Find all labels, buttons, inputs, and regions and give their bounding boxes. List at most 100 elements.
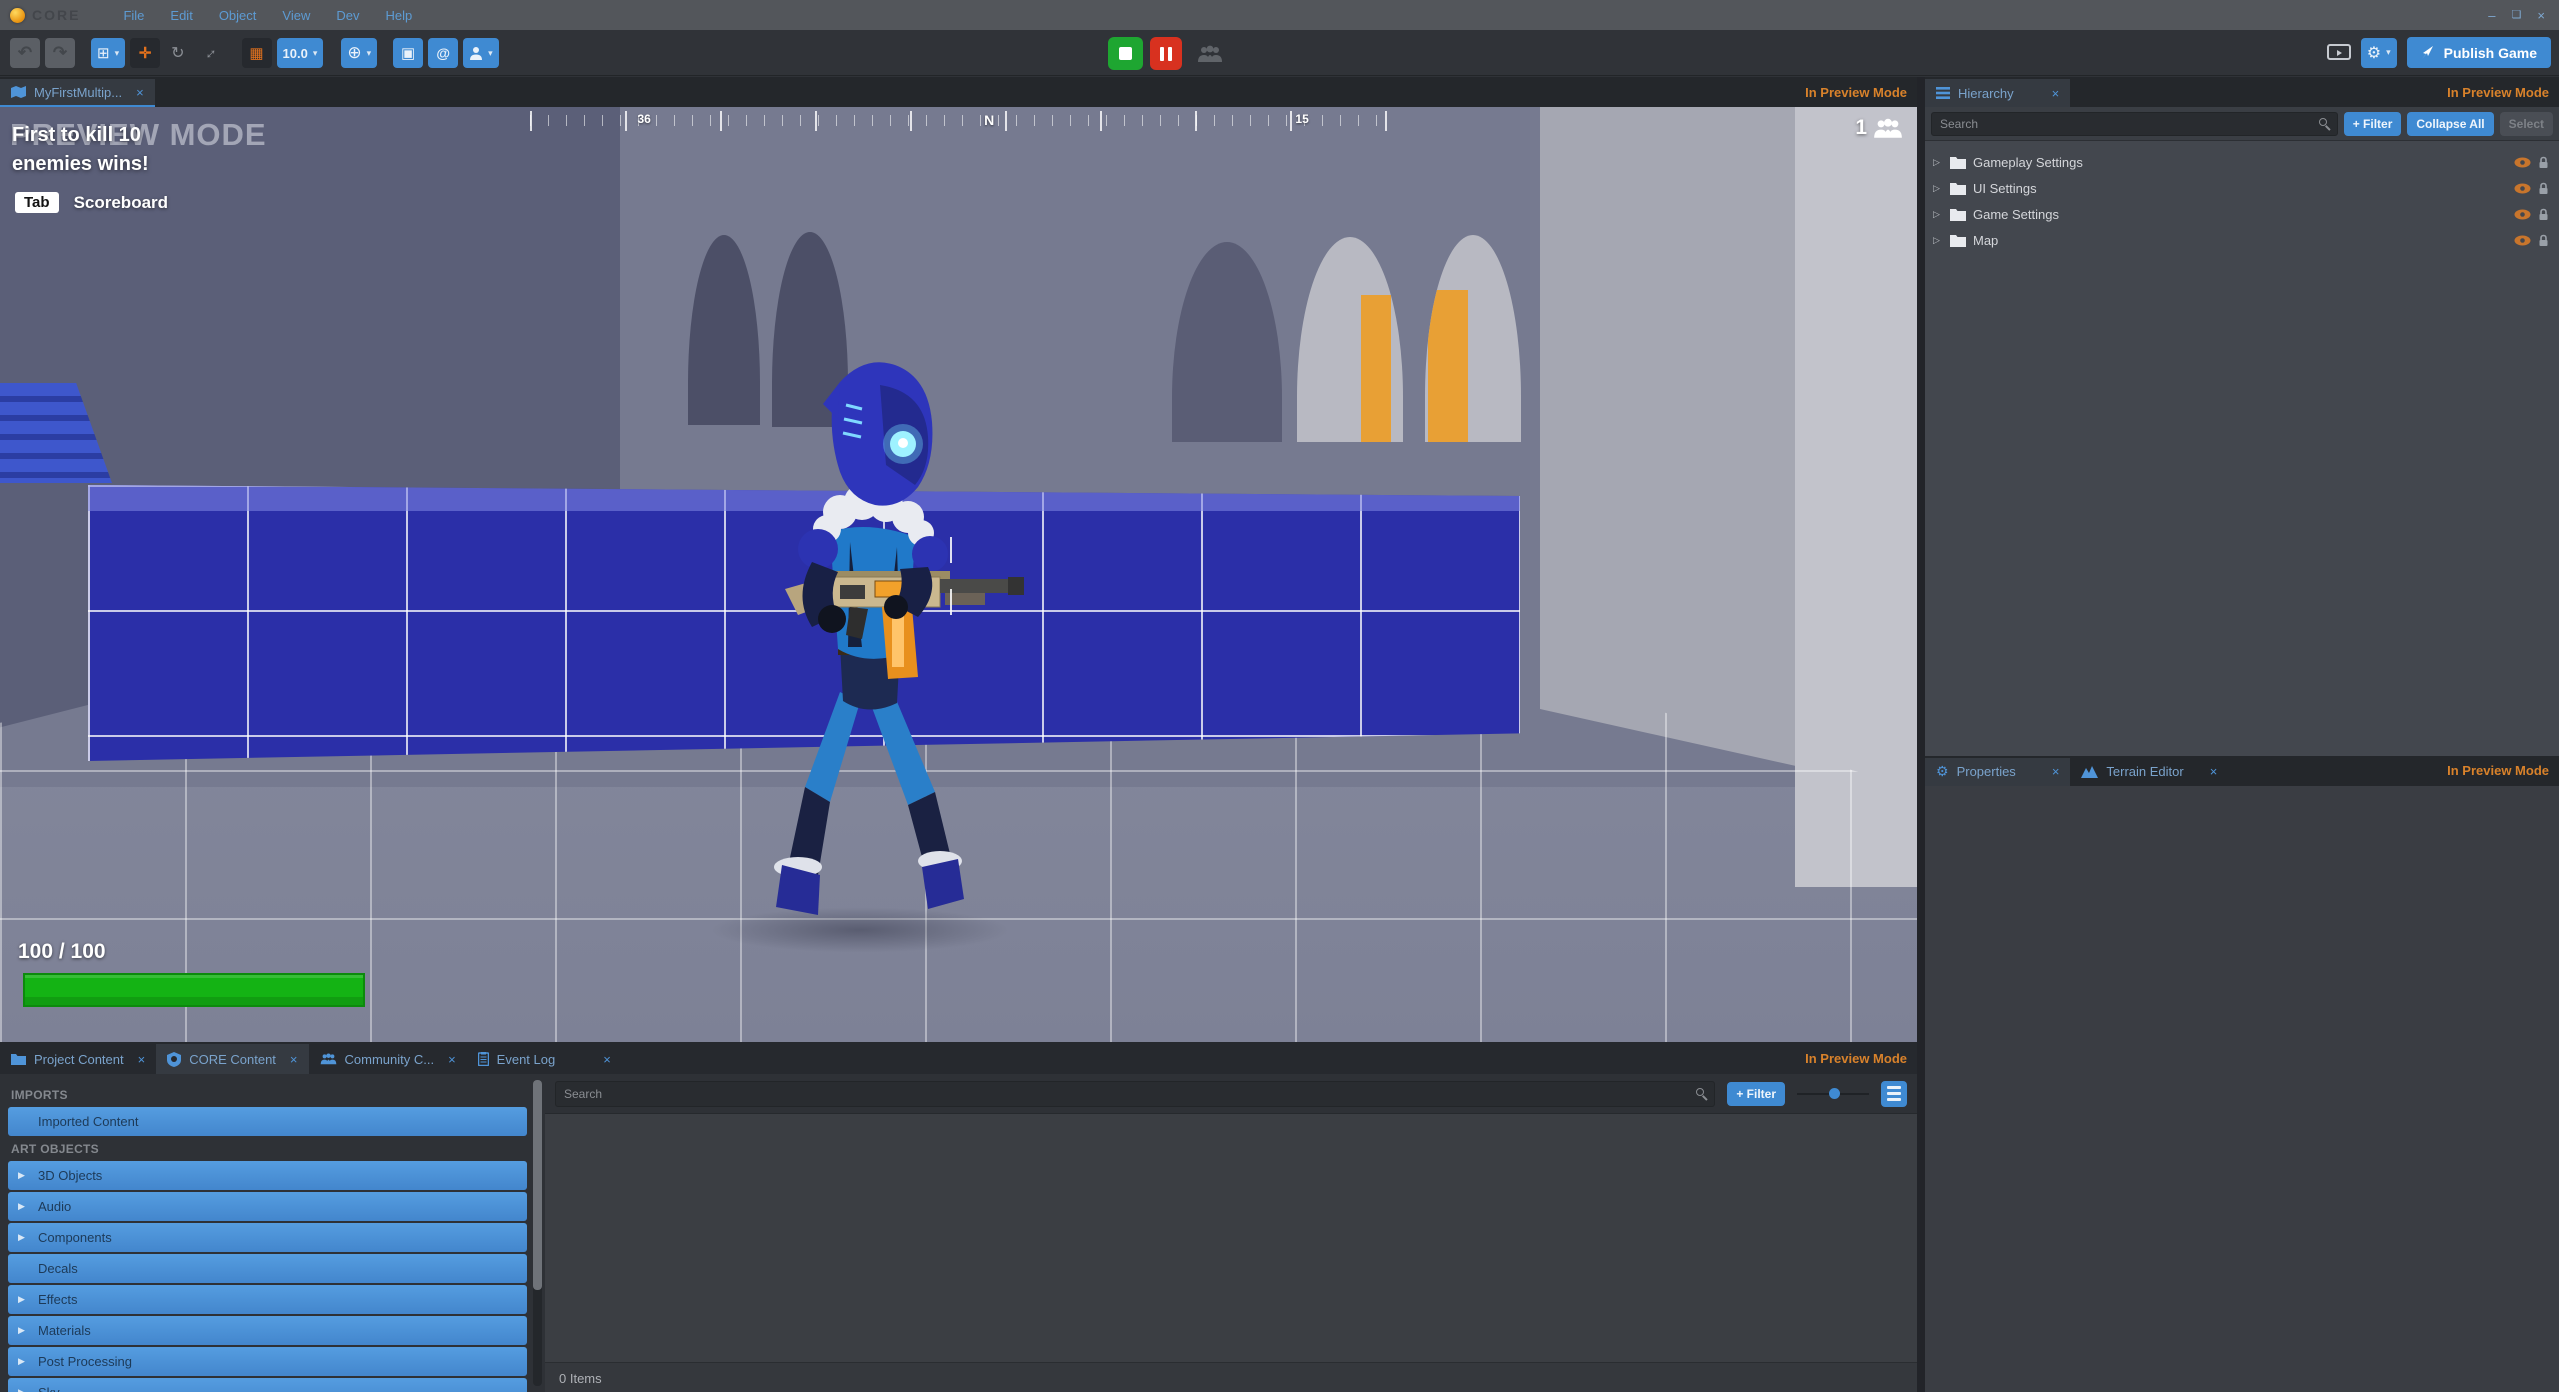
visibility-eye-icon[interactable] [2514,157,2531,168]
close-icon[interactable]: × [290,1052,298,1067]
orange-door [1361,295,1391,442]
settings-dropdown[interactable]: ⚙ ▾ [2360,37,2397,68]
sidebar-scrollbar[interactable] [533,1080,542,1386]
snap-value-dropdown[interactable]: 10.0 ▾ [276,38,324,68]
folder-icon [1950,208,1966,221]
tree-row-map[interactable]: ▷ Map [1925,227,2559,253]
stop-button[interactable] [1108,37,1143,70]
scrollbar-thumb[interactable] [533,1080,542,1290]
viewport-tab-bar: MyFirstMultip... × In Preview Mode [0,77,1917,107]
category-label: Decals [38,1261,78,1276]
thumbnail-size-slider[interactable] [1797,1086,1869,1102]
snap-value: 10.0 [282,45,308,61]
multiplayer-preview-icon[interactable] [1197,45,1223,63]
vertical-splitter[interactable] [1917,77,1925,1392]
tree-item-label: UI Settings [1973,180,2037,196]
lock-icon[interactable] [2538,208,2549,221]
menu-edit[interactable]: Edit [157,8,205,23]
expand-caret-icon[interactable]: ▷ [1933,235,1943,246]
category-sky[interactable]: ▶ Sky [8,1378,527,1392]
scoreboard-label: Scoreboard [73,192,169,212]
content-search-input[interactable] [555,1080,1716,1107]
hierarchy-tree: ▷ Gameplay Settings ▷ UI Settings ▷ Game… [1925,141,2559,756]
category-decals[interactable]: Decals [8,1254,527,1283]
category-materials[interactable]: ▶ Materials [8,1316,527,1345]
list-view-button[interactable] [1881,1080,1907,1107]
lock-icon[interactable] [2538,156,2549,169]
hierarchy-tab-bar: Hierarchy × In Preview Mode [1925,77,2559,107]
visibility-eye-icon[interactable] [2514,235,2531,246]
collapse-all-button[interactable]: Collapse All [2407,111,2494,136]
close-icon[interactable]: × [603,1052,611,1067]
scale-tool-icon[interactable]: ↔ [193,37,226,70]
health-display: 100 / 100 [18,940,365,1007]
rotate-tool-icon[interactable]: ↻ [165,43,190,63]
core-logo: CORE [10,7,80,23]
select-button[interactable]: Select [2499,111,2553,136]
tab-community-content[interactable]: Community C... × [309,1044,467,1074]
health-bar [23,973,365,1007]
category-effects[interactable]: ▶ Effects [8,1285,527,1314]
content-filter-button[interactable]: + Filter [1727,1081,1785,1106]
tab-label: Community C... [344,1051,435,1067]
tab-project-content[interactable]: Project Content × [0,1044,156,1074]
tab-terrain-editor[interactable]: Terrain Editor × [2070,758,2228,786]
viewport-3d-scene[interactable]: PREVIEW MODE First to kill 10 enemies wi… [0,107,1917,1042]
close-icon[interactable]: × [448,1052,456,1067]
category-post-processing[interactable]: ▶ Post Processing [8,1347,527,1376]
close-icon[interactable]: × [136,85,144,100]
close-icon[interactable]: × [2052,764,2060,779]
terrain-mountain-icon [2081,766,2099,778]
category-imported-content[interactable]: Imported Content [8,1107,527,1136]
close-icon[interactable]: × [2052,86,2060,101]
menu-help[interactable]: Help [372,8,425,23]
world-mode-dropdown[interactable]: ⊕ ▾ [341,38,378,68]
menu-dev[interactable]: Dev [323,8,372,23]
player-settings-dropdown[interactable]: ▾ [463,38,499,68]
category-3d-objects[interactable]: ▶ 3D Objects [8,1161,527,1190]
restore-icon[interactable]: ❏ [2512,8,2522,23]
scoreboard-hint: Tab Scoreboard [15,192,168,213]
preview-mode-label: In Preview Mode [2447,84,2549,100]
tree-row-gameplay-settings[interactable]: ▷ Gameplay Settings [1925,149,2559,175]
content-results-area[interactable] [545,1114,1917,1362]
pause-button[interactable] [1150,37,1182,70]
menu-object[interactable]: Object [206,8,270,23]
menu-view[interactable]: View [269,8,323,23]
globe-icon: ⊕ [347,43,362,62]
snap-to-grid-button[interactable]: ▦ [241,38,272,68]
monitor-icon[interactable] [2326,43,2351,62]
close-icon[interactable]: × [2210,764,2218,779]
category-components[interactable]: ▶ Components [8,1223,527,1252]
tab-core-content[interactable]: CORE Content × [156,1044,309,1074]
undo-button[interactable]: ↶ [10,38,40,68]
lock-icon[interactable] [2538,182,2549,195]
move-tool-button[interactable]: ✛ [130,38,161,68]
tree-row-ui-settings[interactable]: ▷ UI Settings [1925,175,2559,201]
gizmo-mode-button[interactable]: ⊞ ▾ [91,38,126,68]
tab-properties[interactable]: ⚙ Properties × [1925,757,2071,786]
tab-event-log[interactable]: Event Log × [467,1044,622,1074]
lock-icon[interactable] [2538,234,2549,247]
redo-button[interactable]: ↷ [45,38,75,68]
visibility-eye-icon[interactable] [2514,209,2531,220]
hierarchy-filter-button[interactable]: + Filter [2343,111,2402,136]
category-label: Audio [38,1199,72,1214]
minimize-icon[interactable]: – [2488,8,2495,23]
screenshot-button[interactable]: ▣ [393,38,424,68]
menu-file[interactable]: File [110,8,157,23]
tree-row-game-settings[interactable]: ▷ Game Settings [1925,201,2559,227]
expand-caret-icon[interactable]: ▷ [1933,183,1943,194]
expand-caret-icon[interactable]: ▷ [1933,157,1943,168]
visibility-eye-icon[interactable] [2514,183,2531,194]
social-button[interactable]: @ [428,38,459,68]
tab-hierarchy[interactable]: Hierarchy × [1925,79,2071,107]
publish-game-button[interactable]: Publish Game [2406,37,2551,68]
slider-knob[interactable] [1829,1087,1840,1099]
close-icon[interactable]: × [138,1052,146,1067]
tab-scene-myfirstmultip[interactable]: MyFirstMultip... × [0,79,155,107]
category-audio[interactable]: ▶ Audio [8,1192,527,1221]
expand-caret-icon[interactable]: ▷ [1933,209,1943,220]
hierarchy-search-input[interactable] [1931,111,2338,136]
close-icon[interactable]: × [2537,8,2545,23]
